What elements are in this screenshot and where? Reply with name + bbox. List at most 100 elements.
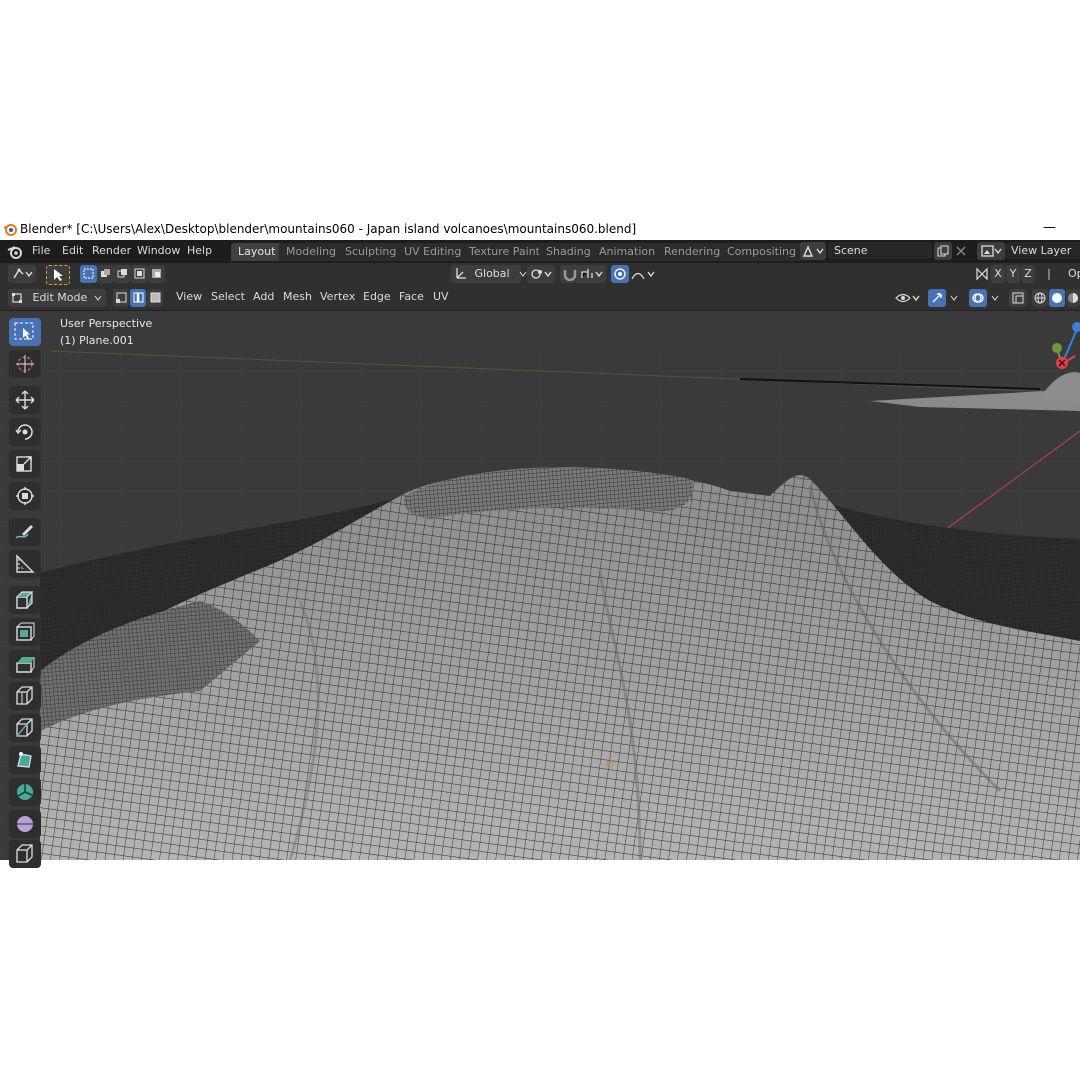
bevel-tool[interactable]: [9, 682, 41, 710]
menu-face[interactable]: Face: [399, 290, 424, 303]
tab-sculpting[interactable]: Sculpting: [338, 243, 404, 261]
viewport-header: Edit Mode View Select Add Mesh Vertex Ed…: [0, 286, 1080, 311]
poly-build-tool[interactable]: [9, 746, 41, 774]
menu-add[interactable]: Add: [253, 290, 274, 303]
select-subtract-icon: [117, 269, 127, 278]
gizmo-toggle[interactable]: [928, 289, 946, 307]
options-menu[interactable]: Op: [1068, 267, 1080, 280]
transform-pivot-dropdown[interactable]: [8, 265, 36, 283]
scale-tool[interactable]: [9, 450, 41, 478]
vertex-select-mode-button[interactable]: [113, 289, 129, 307]
annotate-tool[interactable]: [9, 518, 41, 546]
measure-tool[interactable]: [9, 550, 41, 578]
tab-layout[interactable]: Layout: [231, 243, 283, 261]
add-cube-icon: [16, 591, 34, 609]
menu-mesh[interactable]: Mesh: [283, 290, 312, 303]
blender-logo-icon: [3, 224, 17, 236]
shading-wireframe-button[interactable]: [1032, 289, 1048, 307]
scene-name-field[interactable]: Scene: [828, 242, 932, 259]
inset-tool[interactable]: [9, 650, 41, 678]
transform-tool[interactable]: [9, 482, 41, 510]
tab-compositing[interactable]: Compositing: [720, 243, 803, 261]
bevel-icon: [16, 686, 33, 705]
loop-cut-tool[interactable]: [9, 714, 41, 742]
gizmo-dropdown[interactable]: [946, 289, 962, 307]
menu-edit[interactable]: Edit: [62, 244, 83, 257]
overlays-toggle[interactable]: [969, 289, 987, 307]
shading-solid-button[interactable]: [1049, 289, 1065, 307]
menu-edge[interactable]: Edge: [363, 290, 391, 303]
tab-texture-paint[interactable]: Texture Paint: [462, 243, 547, 261]
mirror-options-button[interactable]: [973, 265, 991, 283]
butterfly-icon: [976, 267, 988, 281]
menu-render[interactable]: Render: [92, 244, 131, 257]
tab-shading[interactable]: Shading: [539, 243, 598, 261]
spin-icon: [17, 784, 33, 800]
spin-tool[interactable]: [9, 778, 41, 806]
3d-viewport[interactable]: User Perspective (1) Plane.001: [0, 311, 1080, 860]
menu-file[interactable]: File: [32, 244, 50, 257]
select-mode-intersect-button[interactable]: [148, 265, 165, 283]
chevron-down-icon: [94, 295, 102, 301]
rotate-tool[interactable]: [9, 418, 41, 446]
tab-uv-editing[interactable]: UV Editing: [397, 243, 469, 261]
mode-dropdown[interactable]: Edit Mode: [8, 289, 106, 307]
select-mode-invert-button[interactable]: [131, 265, 148, 283]
scene-selector-button[interactable]: [800, 242, 826, 260]
3d-cursor-icon: [16, 355, 34, 373]
cursor-tool[interactable]: [9, 350, 41, 378]
smooth-tool[interactable]: [9, 810, 41, 838]
smooth-sphere-icon: [17, 816, 33, 832]
view-layer-selector-button[interactable]: [977, 242, 1005, 260]
minimize-button[interactable]: —: [1043, 220, 1056, 235]
move-tool[interactable]: [9, 386, 41, 414]
view-layer-field[interactable]: View Layer: [1005, 242, 1080, 259]
mode-label: Edit Mode: [32, 291, 88, 304]
proportional-editing-toggle[interactable]: [611, 265, 629, 283]
select-mode-subtract-button[interactable]: [114, 265, 131, 283]
falloff-curve-icon: [631, 271, 655, 280]
new-scene-button[interactable]: [934, 242, 952, 260]
proportional-falloff-dropdown[interactable]: [629, 265, 657, 283]
shading-material-button[interactable]: [1066, 289, 1080, 307]
menu-help[interactable]: Help: [187, 244, 212, 257]
select-new-icon: [83, 268, 94, 279]
menu-select[interactable]: Select: [211, 290, 245, 303]
mirror-x-toggle[interactable]: X: [991, 265, 1005, 283]
xray-toggle[interactable]: [1009, 289, 1027, 307]
tab-rendering[interactable]: Rendering: [657, 243, 728, 261]
menu-window[interactable]: Window: [137, 244, 180, 257]
pivot-point-dropdown[interactable]: [527, 265, 555, 283]
extrude-tool[interactable]: [9, 618, 41, 646]
mirror-z-toggle[interactable]: Z: [1021, 265, 1035, 283]
select-box-tool[interactable]: [9, 318, 41, 346]
object-name-label: (1) Plane.001: [60, 334, 134, 347]
tab-modeling[interactable]: Modeling: [279, 243, 344, 261]
delete-scene-button[interactable]: [953, 242, 969, 260]
edge-select-mode-button[interactable]: [130, 289, 146, 307]
orientation-label: Global: [474, 267, 510, 280]
blender-menu-icon[interactable]: [7, 244, 23, 259]
pivot-icon: [13, 268, 33, 279]
select-mode-new-button[interactable]: [80, 265, 97, 283]
face-select-mode-button[interactable]: [147, 289, 163, 307]
menu-view[interactable]: View: [176, 290, 202, 303]
select-mode-extend-button[interactable]: [97, 265, 114, 283]
visibility-dropdown[interactable]: [893, 289, 923, 307]
shear-tool[interactable]: [9, 840, 41, 868]
edge-select-icon: [133, 292, 143, 303]
select-intersect-icon: [152, 269, 161, 278]
material-sphere-icon: [1068, 293, 1078, 303]
tab-animation[interactable]: Animation: [592, 243, 663, 261]
snapping-controls[interactable]: [560, 265, 606, 283]
mirror-y-toggle[interactable]: Y: [1006, 265, 1020, 283]
scale-icon: [16, 456, 32, 472]
add-cube-tool[interactable]: [9, 586, 41, 614]
transform-orientation-dropdown[interactable]: Global: [451, 265, 527, 283]
select-tool-mode-button[interactable]: [46, 265, 70, 285]
menu-vertex[interactable]: Vertex: [320, 290, 355, 303]
overlays-dropdown[interactable]: [987, 289, 1003, 307]
proportional-edit-icon: [614, 268, 626, 280]
menu-uv[interactable]: UV: [433, 290, 449, 303]
tool-settings-header: Global X Y Z | Op: [0, 263, 1080, 286]
